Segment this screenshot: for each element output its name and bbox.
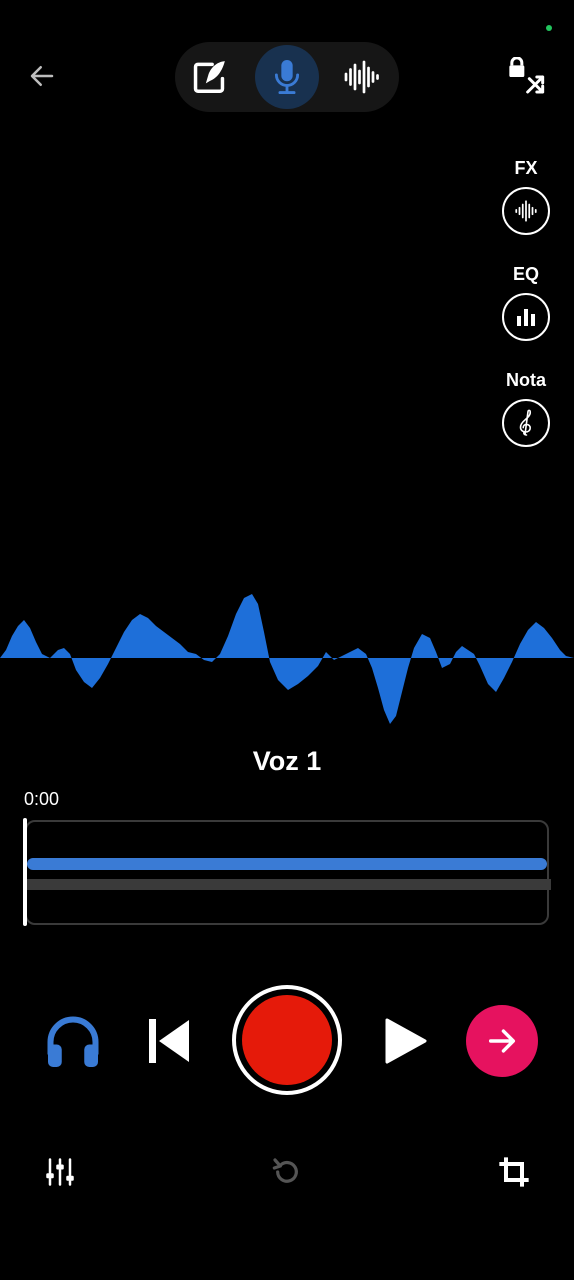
play-button[interactable] xyxy=(384,1017,428,1065)
undo-button[interactable] xyxy=(267,1152,307,1192)
monitor-button[interactable] xyxy=(42,1011,104,1073)
status-indicator-dot xyxy=(546,25,552,31)
mixer-button[interactable] xyxy=(40,1152,80,1192)
quill-write-icon xyxy=(193,61,225,93)
skip-previous-button[interactable] xyxy=(146,1016,192,1066)
nota-label: Nota xyxy=(506,370,546,390)
lock-shuffle-icon xyxy=(509,57,545,94)
mode-record-button[interactable] xyxy=(255,45,319,109)
time-counter: 0:00 xyxy=(24,789,60,809)
waveform-icon xyxy=(344,60,379,94)
mode-waveform-button[interactable] xyxy=(329,45,393,109)
playhead[interactable] xyxy=(23,818,27,926)
audio-waveform xyxy=(0,594,574,724)
arrow-right-icon xyxy=(488,1029,516,1053)
nota-tool[interactable]: Nota xyxy=(498,369,554,447)
lock-shuffle-button[interactable] xyxy=(504,55,548,99)
eq-tool[interactable]: EQ xyxy=(498,263,554,341)
skip-previous-icon xyxy=(149,1019,189,1063)
record-button[interactable] xyxy=(232,985,342,1095)
fx-tool[interactable]: FX xyxy=(498,157,554,235)
next-step-button[interactable] xyxy=(466,1005,538,1077)
track-name: Voz 1 xyxy=(252,746,322,776)
fx-label: FX xyxy=(514,158,538,178)
waveform-shape xyxy=(0,594,574,724)
fx-button[interactable] xyxy=(502,187,550,235)
arrow-left-icon xyxy=(30,66,54,86)
record-icon xyxy=(242,995,332,1085)
track-lane-bar xyxy=(27,879,551,890)
sliders-icon xyxy=(46,1158,74,1186)
microphone-icon xyxy=(274,60,300,95)
track-clip-bar[interactable] xyxy=(27,858,547,870)
sound-wave-icon xyxy=(515,200,537,222)
track-timeline[interactable] xyxy=(25,820,551,925)
bar-chart-icon xyxy=(517,309,535,326)
crop-icon xyxy=(499,1157,529,1187)
eq-button[interactable] xyxy=(502,293,550,341)
crop-button[interactable] xyxy=(494,1152,534,1192)
treble-clef-icon xyxy=(519,409,532,436)
back-button[interactable] xyxy=(24,58,60,94)
nota-button[interactable] xyxy=(502,399,550,447)
headphones-icon xyxy=(47,1016,99,1067)
undo-icon xyxy=(272,1158,298,1183)
mode-switcher xyxy=(175,42,399,112)
mode-write-button[interactable] xyxy=(177,45,241,109)
eq-label: EQ xyxy=(512,264,539,284)
play-icon xyxy=(385,1018,427,1064)
